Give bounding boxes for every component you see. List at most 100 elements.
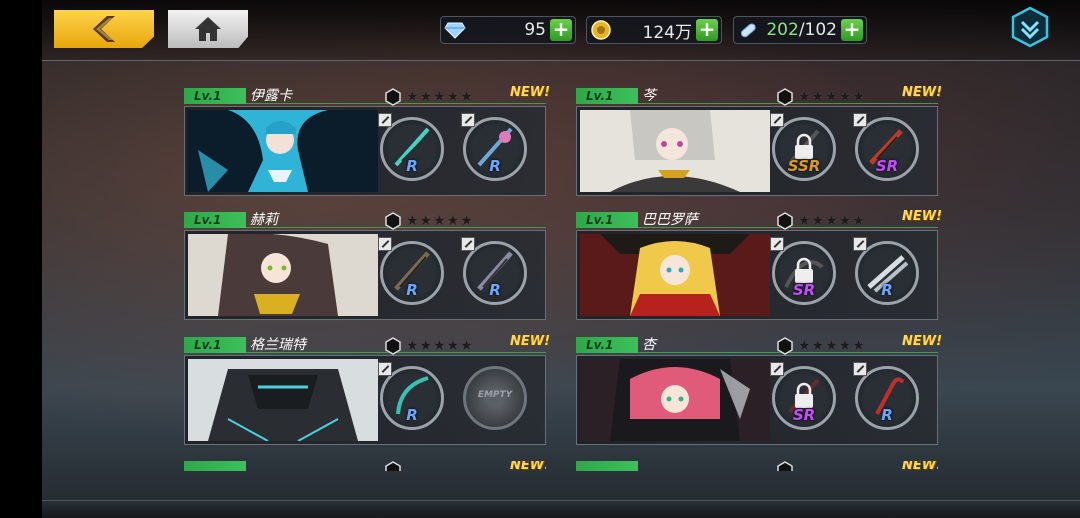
hexagon-icon — [385, 461, 401, 471]
back-arrow-icon — [93, 16, 115, 42]
star-rating: ★★★★★ — [406, 89, 474, 105]
new-badge: NEW! — [510, 461, 546, 471]
edit-badge-icon — [853, 113, 867, 127]
left-black-bar — [0, 0, 42, 518]
rarity-label: SR — [792, 281, 816, 299]
character-card-partial[interactable]: NEW! — [184, 461, 546, 471]
card-body: R R — [184, 230, 546, 320]
edit-badge-icon — [770, 113, 784, 127]
level-tag: Lv.1 — [184, 337, 246, 353]
character-portrait — [580, 110, 770, 192]
character-name: 杏 — [642, 337, 656, 353]
weapon-slot[interactable]: R — [378, 362, 444, 430]
new-badge: NEW! — [902, 461, 938, 471]
hexagon-icon — [385, 88, 401, 106]
edit-badge-icon — [770, 362, 784, 376]
card-body: SSR SR — [576, 106, 938, 196]
weapon-slot[interactable]: R — [853, 237, 919, 305]
level-tag — [184, 461, 246, 471]
level-tag: Lv.1 — [576, 337, 638, 353]
weapon-slot[interactable]: SR — [770, 237, 836, 305]
rarity-label: R — [489, 157, 501, 175]
character-name: 芩 — [642, 88, 656, 104]
card-body: R R — [184, 106, 546, 196]
character-name: 格兰瑞特 — [250, 337, 306, 353]
weapon-slot[interactable]: R — [378, 237, 444, 305]
character-card[interactable]: Lv.1 伊露卡 ★★★★★ NEW! R R — [184, 85, 550, 196]
home-icon — [195, 17, 221, 41]
new-badge: NEW! — [510, 334, 551, 349]
stamina-plus-button[interactable]: + — [841, 19, 863, 41]
card-body: R EMPTY — [184, 355, 546, 445]
menu-button[interactable] — [1011, 6, 1049, 48]
rarity-label: SR — [875, 157, 899, 175]
rarity-label: R — [881, 406, 893, 424]
star-rating: ★★★★★ — [406, 338, 474, 354]
character-portrait — [188, 110, 378, 192]
weapon-slot-empty[interactable]: EMPTY — [463, 366, 527, 430]
weapon-slot[interactable]: R — [378, 113, 444, 181]
rarity-label: SSR — [787, 157, 821, 175]
level-tag: Lv.1 — [184, 88, 246, 104]
character-card[interactable]: Lv.1 杏 ★★★★★ NEW! SR R — [576, 334, 942, 445]
rarity-label: SR — [792, 406, 816, 424]
bottom-frame — [42, 500, 1080, 518]
character-name: 巴巴罗萨 — [642, 212, 698, 228]
character-portrait — [188, 234, 378, 316]
gem-counter: 95 + — [440, 16, 576, 44]
edit-badge-icon — [378, 113, 392, 127]
gem-plus-button[interactable]: + — [550, 19, 572, 41]
edit-badge-icon — [378, 362, 392, 376]
level-tag: Lv.1 — [576, 88, 638, 104]
stamina-value: 202/102 — [760, 20, 841, 40]
level-tag: Lv.1 — [184, 212, 246, 228]
hexagon-icon — [385, 337, 401, 355]
edit-badge-icon — [853, 362, 867, 376]
edit-badge-icon — [378, 237, 392, 251]
card-body: SR R — [576, 230, 938, 320]
hexagon-icon — [385, 212, 401, 230]
edit-badge-icon — [770, 237, 784, 251]
gold-counter: 124万 + — [586, 16, 722, 44]
character-portrait — [580, 234, 770, 316]
character-portrait — [580, 359, 770, 441]
character-card[interactable]: Lv.1 赫莉 ★★★★★ R R — [184, 212, 546, 320]
weapon-slot[interactable]: SR — [770, 362, 836, 430]
weapon-slot[interactable]: R — [461, 113, 527, 181]
new-badge: NEW! — [902, 209, 943, 224]
character-name: 伊露卡 — [250, 88, 292, 104]
rarity-label: R — [489, 281, 501, 299]
weapon-slot[interactable]: SR — [853, 113, 919, 181]
new-badge: NEW! — [902, 85, 943, 100]
character-card[interactable]: Lv.1 巴巴罗萨 ★★★★★ NEW! SR R — [576, 209, 942, 320]
menu-chevron-icon — [1011, 6, 1049, 48]
weapon-slot[interactable]: SSR — [770, 113, 836, 181]
star-rating: ★★★★★ — [406, 213, 474, 229]
stamina-counter: 202/102 + — [733, 16, 867, 44]
empty-label: EMPTY — [477, 390, 513, 400]
hexagon-icon — [777, 212, 793, 230]
gold-coin-icon — [589, 18, 613, 42]
rarity-label: R — [881, 281, 893, 299]
weapon-slot[interactable]: R — [853, 362, 919, 430]
gold-plus-button[interactable]: + — [696, 19, 718, 41]
character-card[interactable]: Lv.1 格兰瑞特 ★★★★★ NEW! R EMPTY — [184, 334, 550, 445]
stamina-max: /102 — [798, 20, 837, 40]
character-card-partial[interactable]: NEW! — [576, 461, 938, 471]
gem-icon — [443, 18, 467, 42]
gem-value: 95 — [524, 20, 546, 40]
stamina-current: 202 — [766, 20, 799, 40]
level-tag: Lv.1 — [576, 212, 638, 228]
edit-badge-icon — [853, 237, 867, 251]
back-button[interactable] — [54, 10, 154, 48]
hexagon-icon — [777, 461, 793, 471]
stamina-pill-icon — [736, 18, 760, 42]
rarity-label: R — [406, 406, 418, 424]
home-button[interactable] — [168, 10, 248, 48]
level-tag — [576, 461, 638, 471]
hexagon-icon — [777, 337, 793, 355]
weapon-slot[interactable]: R — [461, 237, 527, 305]
list-frame-top — [42, 60, 1080, 61]
character-card[interactable]: Lv.1 芩 ★★★★★ NEW! SSR SR — [576, 85, 942, 196]
new-badge: NEW! — [902, 334, 943, 349]
